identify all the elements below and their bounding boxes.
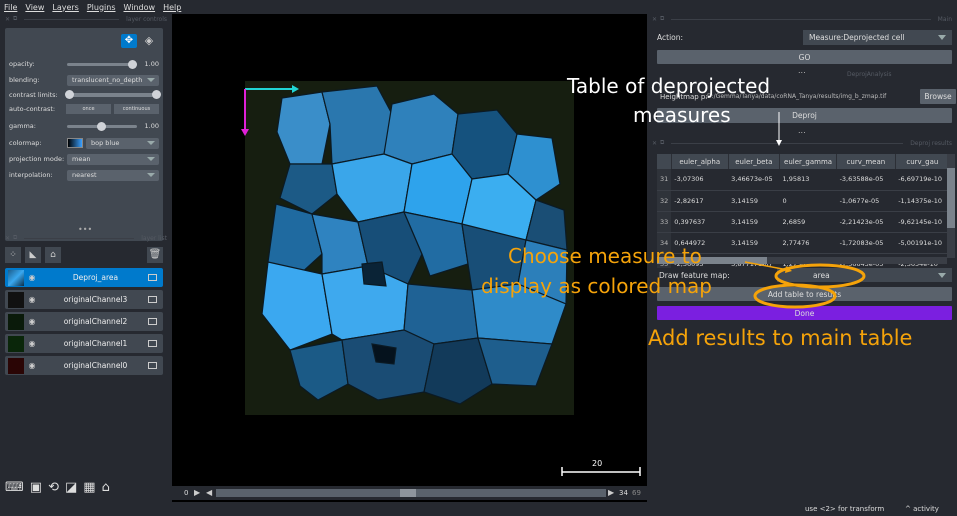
annotation-add-results: Add results to main table bbox=[648, 326, 913, 350]
annotation-choose-measure: Choose measure to bbox=[508, 244, 702, 268]
annotation-choose-measure-line2: display as colored map bbox=[481, 274, 713, 298]
annotation-arrows bbox=[744, 112, 866, 309]
